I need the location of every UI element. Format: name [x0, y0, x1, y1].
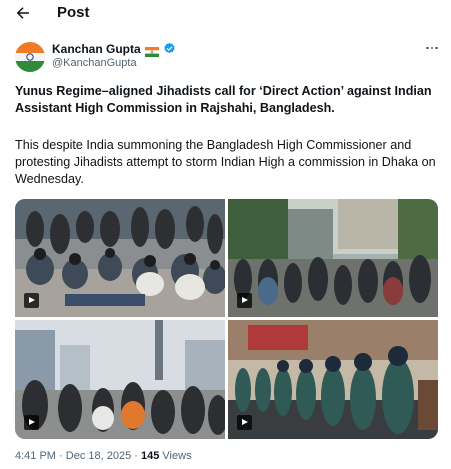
more-options-icon[interactable]	[424, 40, 440, 56]
rally-crowd-scene-icon	[15, 320, 225, 439]
meta-separator: ·	[59, 450, 63, 462]
video-thumbnail-3[interactable]	[15, 320, 225, 439]
author-handle[interactable]: @KanchanGupta	[52, 57, 137, 69]
post-time[interactable]: 4:41 PM	[15, 450, 56, 462]
protest-sit-in-scene-icon	[15, 199, 225, 317]
media-grid	[15, 199, 438, 439]
top-bar: Post	[0, 0, 451, 28]
post-headline: Yunus Regime–aligned Jihadists call for …	[15, 84, 432, 115]
video-thumbnail-1[interactable]	[15, 199, 225, 317]
meta-separator: ·	[134, 450, 138, 462]
post-body: This despite India summoning the Banglad…	[15, 138, 436, 186]
views-label: Views	[162, 450, 192, 462]
post-date[interactable]: Dec 18, 2025	[66, 450, 131, 462]
page-title: Post	[57, 4, 90, 21]
police-line-scene-icon	[228, 320, 438, 439]
play-icon	[237, 415, 252, 430]
video-thumbnail-4[interactable]	[228, 320, 438, 439]
avatar-tricolor-icon	[15, 42, 45, 72]
arrow-left-icon[interactable]	[14, 4, 32, 22]
author-display-name[interactable]: Kanchan Gupta	[52, 42, 141, 56]
street-crowd-scene-icon	[228, 199, 438, 317]
avatar[interactable]	[15, 42, 45, 72]
india-flag-icon	[144, 44, 159, 57]
play-icon	[24, 415, 39, 430]
author-name-row: Kanchan Gupta	[52, 41, 176, 57]
video-thumbnail-2[interactable]	[228, 199, 438, 317]
play-icon	[237, 293, 252, 308]
post-meta: 4:41 PM · Dec 18, 2025 · 145 Views	[15, 450, 192, 462]
play-icon	[24, 293, 39, 308]
verified-badge-icon	[163, 42, 176, 55]
views-count: 145	[141, 450, 160, 462]
